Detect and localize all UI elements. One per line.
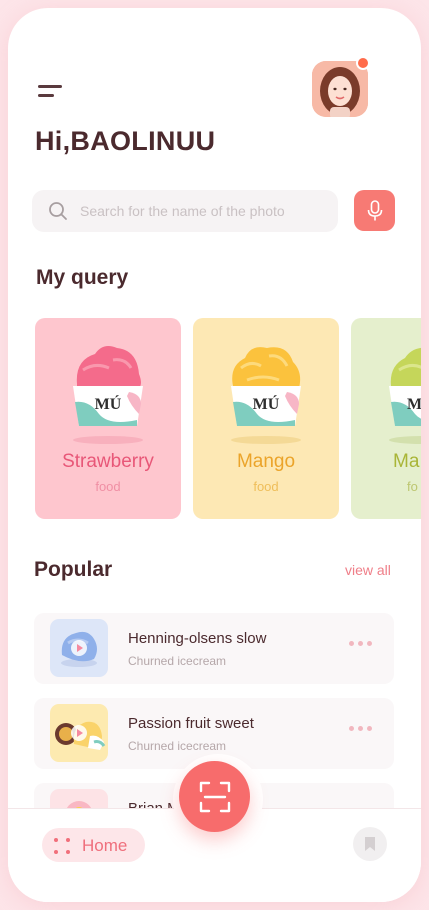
card-shadow: [73, 436, 143, 444]
search-bar[interactable]: [32, 190, 338, 232]
bookmark-icon: [365, 837, 375, 851]
play-icon: [71, 640, 87, 656]
query-card-strawberry[interactable]: MÚ Strawberry food: [35, 318, 181, 519]
card-shadow: [231, 436, 301, 444]
greeting-title: Hi,BAOLINUU: [35, 126, 216, 156]
play-icon: [71, 725, 87, 741]
more-options-icon[interactable]: [349, 726, 372, 731]
icecream-cup-image: [389, 347, 421, 426]
card-type: food: [253, 479, 279, 494]
voice-search-button[interactable]: [354, 190, 395, 231]
scan-button[interactable]: [179, 761, 250, 832]
search-input[interactable]: [80, 190, 330, 232]
scan-icon: [199, 781, 230, 812]
item-thumbnail: [50, 704, 108, 762]
nav-bookmark[interactable]: [353, 827, 387, 861]
view-all-link[interactable]: view all: [345, 562, 391, 578]
item-name: Henning-olsens slow: [128, 630, 267, 647]
search-icon: [49, 202, 67, 220]
item-subtitle: Churned icecream: [128, 739, 227, 753]
microphone-icon: [367, 199, 382, 220]
icecream-cup-image: [73, 346, 143, 426]
grid-dots-icon: [54, 838, 70, 854]
my-query-heading: My query: [36, 266, 129, 289]
menu-icon[interactable]: [38, 82, 68, 106]
card-type: food: [95, 479, 121, 494]
item-name: Passion fruit sweet: [128, 715, 254, 732]
more-options-icon[interactable]: [349, 641, 372, 646]
popular-item[interactable]: Henning-olsens slow Churned icecream: [34, 613, 394, 684]
card-name: Mango: [236, 451, 296, 472]
query-card-partial[interactable]: M Ma fo: [351, 318, 421, 519]
card-name: Strawberry: [62, 451, 154, 472]
item-thumbnail: [50, 619, 108, 677]
icecream-cup-image: [231, 347, 301, 426]
notification-dot: [356, 56, 370, 70]
card-type: fo: [407, 479, 418, 494]
app-screen: Hi,BAOLINUU My query MÚ Strawberry food: [8, 8, 421, 902]
card-shadow: [389, 436, 421, 444]
card-name: Ma: [393, 451, 420, 472]
query-card-mango[interactable]: MÚ Mango food: [193, 318, 339, 519]
nav-home[interactable]: Home: [42, 828, 145, 862]
popular-heading: Popular: [34, 558, 113, 581]
nav-home-label: Home: [82, 836, 128, 855]
item-subtitle: Churned icecream: [128, 654, 227, 668]
